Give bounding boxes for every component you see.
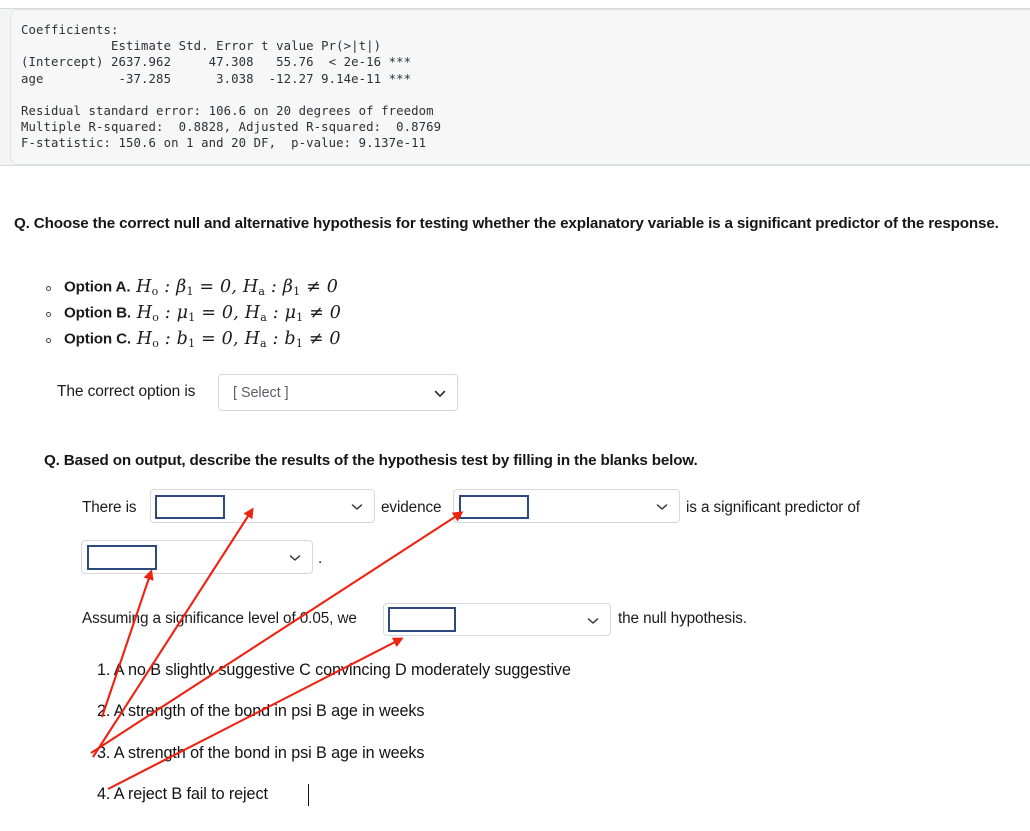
option-c-formula: Ho : b1 = 0, Ha : b1 ≠ 0 <box>130 329 341 350</box>
option-c-label: Option C. <box>64 330 131 348</box>
correct-option-select[interactable]: [ Select ] <box>218 374 458 411</box>
correct-option-select-value: [ Select ] <box>233 384 289 401</box>
evidence-strength-highlight <box>155 495 225 519</box>
bullet-icon <box>46 286 51 291</box>
bullet-icon <box>46 312 51 317</box>
assuming-significance-label: Assuming a significance level of 0.05, w… <box>82 610 357 627</box>
answer-line-4: 4. A reject B fail to reject <box>97 785 268 803</box>
option-a-label: Option A. <box>64 278 131 296</box>
chevron-down-icon <box>351 501 363 512</box>
chevron-down-icon <box>587 614 599 625</box>
bullet-icon <box>46 338 51 343</box>
response-variable-highlight <box>87 545 157 570</box>
option-b-label: Option B. <box>64 304 131 322</box>
there-is-label: There is <box>82 499 137 516</box>
evidence-label: evidence <box>381 499 442 516</box>
annotation-arrow-2 <box>101 569 154 718</box>
option-a-item: Option A. Ho : β1 = 0, Ha : β1 ≠ 0 <box>46 277 341 303</box>
evidence-strength-select[interactable] <box>150 489 375 523</box>
question-1-prompt: Q. Choose the correct null and alternati… <box>14 215 999 232</box>
answer-line-3: 3. A strength of the bond in psi B age i… <box>97 744 425 762</box>
chevron-down-icon <box>656 501 668 512</box>
null-hypothesis-label: the null hypothesis. <box>618 610 747 627</box>
predictor-variable-highlight <box>459 495 529 519</box>
regression-summary-text: Coefficients: Estimate Std. Error t valu… <box>21 23 442 151</box>
option-c-item: Option C. Ho : b1 = 0, Ha : b1 ≠ 0 <box>46 329 341 355</box>
chevron-down-icon <box>289 552 301 563</box>
option-a-formula: Ho : β1 = 0, Ha : β1 ≠ 0 <box>130 277 339 298</box>
hypothesis-options-list: Option A. Ho : β1 = 0, Ha : β1 ≠ 0 Optio… <box>46 277 341 355</box>
question-2-prompt: Q. Based on output, describe the results… <box>44 452 698 469</box>
code-output-panel: Coefficients: Estimate Std. Error t valu… <box>0 8 1030 166</box>
significant-predictor-label: is a significant predictor of <box>686 499 860 516</box>
chevron-down-icon <box>434 387 446 398</box>
decision-select[interactable] <box>383 603 611 636</box>
option-b-item: Option B. Ho : μ1 = 0, Ha : μ1 ≠ 0 <box>46 303 341 329</box>
option-b-formula: Ho : μ1 = 0, Ha : μ1 ≠ 0 <box>130 303 342 324</box>
predictor-variable-select[interactable] <box>453 489 680 523</box>
decision-highlight <box>388 607 456 632</box>
answer-line-2: 2. A strength of the bond in psi B age i… <box>97 702 425 720</box>
correct-option-label: The correct option is <box>57 383 196 400</box>
text-cursor <box>308 784 309 806</box>
answer-line-1: 1. A no B slightly suggestive C convinci… <box>97 661 571 679</box>
code-output-inner: Coefficients: Estimate Std. Error t valu… <box>10 9 1030 165</box>
response-variable-select[interactable] <box>81 540 313 574</box>
period-label: . <box>318 550 323 567</box>
